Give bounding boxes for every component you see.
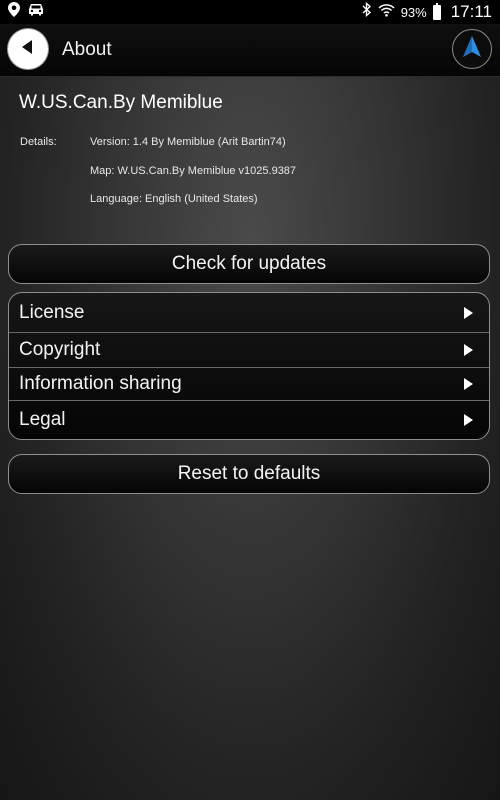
language-text: Language: English (United States): [90, 193, 258, 205]
menu-item-label: Information sharing: [19, 373, 182, 394]
map-text: Map: W.US.Can.By Memiblue v1025.9387: [90, 165, 297, 177]
location-pin-icon: [8, 2, 20, 22]
status-bar-left: [8, 2, 44, 22]
battery-icon: [432, 2, 441, 20]
battery-percent: 93%: [400, 4, 427, 20]
status-bar: 93% 17:11: [0, 0, 500, 24]
status-bar-right: 93% 17:11: [362, 1, 492, 22]
check-for-updates-button[interactable]: Check for updates: [8, 244, 490, 284]
menu-item-information-sharing[interactable]: Information sharing: [9, 368, 489, 401]
chevron-right-icon: [464, 414, 473, 426]
app-name: W.US.Can.By Memiblue: [19, 92, 223, 113]
menu-item-license[interactable]: License: [9, 293, 489, 333]
navigation-arrow-icon: [462, 35, 482, 64]
chevron-right-icon: [464, 378, 473, 390]
page-title: About: [62, 39, 112, 60]
chevron-right-icon: [464, 306, 473, 319]
reset-to-defaults-button[interactable]: Reset to defaults: [8, 454, 490, 494]
app-header: About: [0, 24, 500, 77]
about-menu: License Copyright Information sharing Le…: [8, 292, 490, 440]
clock: 17:11: [450, 2, 492, 21]
back-button[interactable]: [8, 29, 48, 69]
car-icon: [28, 3, 44, 21]
menu-item-label: Legal: [19, 409, 66, 430]
details-label: Details:: [20, 136, 57, 148]
chevron-right-icon: [464, 344, 473, 356]
menu-item-legal[interactable]: Legal: [9, 401, 489, 439]
bluetooth-icon: [362, 1, 372, 22]
battery-fill: [433, 6, 440, 19]
navigation-button[interactable]: [452, 29, 492, 69]
menu-item-label: License: [19, 301, 85, 323]
wifi-icon: [378, 3, 395, 22]
menu-item-copyright[interactable]: Copyright: [9, 333, 489, 368]
version-text: Version: 1.4 By Memiblue (Arit Bartin74): [90, 136, 286, 148]
menu-item-label: Copyright: [19, 339, 101, 360]
back-arrow-icon: [19, 38, 37, 61]
